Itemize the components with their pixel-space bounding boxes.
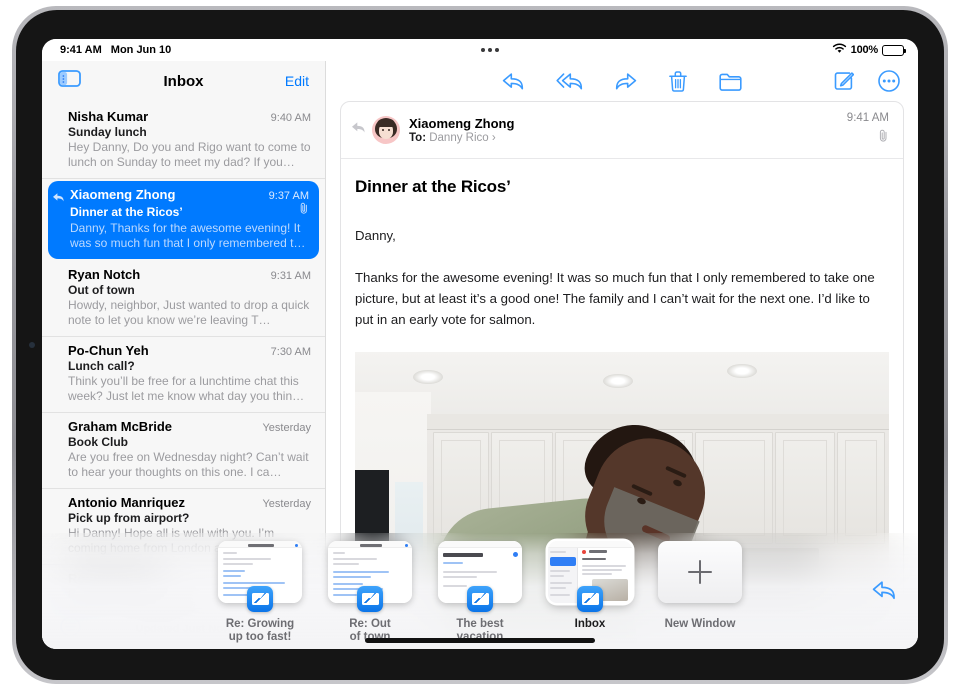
ipad-screen: 9:41 AM Mon Jun 10 100% Inbox Edit Nisha… <box>42 39 918 649</box>
paperclip-icon[interactable] <box>879 129 889 148</box>
message-time: 9:40 AM <box>270 112 311 124</box>
list-item-selected[interactable]: Xiaomeng Zhong 9:37 AM Dinner at the Ric… <box>48 181 319 259</box>
message-time: 9:31 AM <box>270 270 311 282</box>
chevron-right-icon: › <box>491 132 496 144</box>
message-header-text: Xiaomeng Zhong To: Danny Rico › <box>409 116 514 144</box>
list-item[interactable]: Po-Chun Yeh 7:30 AM Lunch call? Think yo… <box>42 337 325 413</box>
message-preview: Are you free on Wednesday night? Can’t w… <box>68 450 309 479</box>
status-time: 9:41 AM <box>60 44 102 56</box>
status-bar-center <box>42 48 918 52</box>
message-preview: Hey Danny, Do you and Rigo want to come … <box>68 140 311 169</box>
message-time: 7:30 AM <box>270 346 311 358</box>
window-thumbnail[interactable] <box>438 541 522 612</box>
message-sender: Graham McBride <box>68 419 173 434</box>
folder-icon[interactable] <box>719 72 742 91</box>
window-thumbnail-item-selected[interactable]: Inbox <box>546 541 634 631</box>
reply-fab-button[interactable] <box>872 580 896 605</box>
more-ellipsis-icon[interactable] <box>878 70 900 92</box>
message-preview: Danny, Thanks for the awesome evening! I… <box>70 221 306 250</box>
avatar <box>372 116 400 144</box>
message-header-right: 9:41 AM <box>847 112 889 148</box>
plus-icon <box>688 560 712 584</box>
message-subject: Dinner at the Ricos’ <box>70 204 183 219</box>
wifi-icon <box>832 43 847 57</box>
window-label: New Window <box>664 618 736 630</box>
message-subject: Lunch call? <box>68 359 135 373</box>
message-sender: Antonio Manriquez <box>68 495 185 510</box>
new-window-thumbnail[interactable] <box>658 541 742 603</box>
status-bar: 9:41 AM Mon Jun 10 100% <box>42 39 918 61</box>
message-preview: Think you’ll be free for a lunchtime cha… <box>68 374 305 403</box>
mail-app-icon <box>247 586 273 612</box>
recipient-name: Danny Rico <box>429 132 489 144</box>
message-time: Yesterday <box>262 498 311 510</box>
home-indicator[interactable] <box>365 638 595 643</box>
replied-arrow-icon <box>52 190 65 208</box>
message-list-navbar: Inbox Edit <box>42 61 325 101</box>
message-paragraph: Thanks for the awesome evening! It was s… <box>355 270 875 327</box>
message-time: 9:37 AM <box>268 190 309 202</box>
toolbar-right-group <box>834 70 900 92</box>
reply-all-button[interactable] <box>556 72 583 91</box>
message-timestamp: 9:41 AM <box>846 112 889 124</box>
replied-arrow-icon <box>351 121 366 139</box>
ipad-device-frame: 9:41 AM Mon Jun 10 100% Inbox Edit Nisha… <box>12 6 948 684</box>
message-greeting: Danny, <box>355 228 396 243</box>
window-label: Inbox <box>574 618 606 630</box>
status-bar-left: 9:41 AM Mon Jun 10 <box>60 44 171 56</box>
message-subject: Pick up from airport? <box>68 511 190 525</box>
message-preview: Howdy, neighbor, Just wanted to drop a q… <box>68 298 310 327</box>
window-thumbnail[interactable] <box>218 541 302 612</box>
message-subject: Sunday lunch <box>68 125 147 139</box>
battery-percentage: 100% <box>850 44 879 56</box>
window-thumbnail[interactable] <box>328 541 412 612</box>
window-thumbnail-item[interactable]: The best vacation <box>436 541 524 644</box>
message-subject-heading: Dinner at the Ricos’ <box>355 177 511 196</box>
compose-icon[interactable] <box>834 71 854 91</box>
window-thumbnail-item[interactable]: Re: Growing up too fast! <box>216 541 304 644</box>
to-label: To: <box>409 132 427 144</box>
window-thumbnail-item[interactable]: Re: Out of town <box>326 541 414 644</box>
window-thumbnail[interactable] <box>548 541 632 612</box>
forward-button[interactable] <box>615 72 637 91</box>
battery-icon <box>882 44 906 56</box>
message-sender: Xiaomeng Zhong <box>70 187 176 202</box>
message-sender: Po-Chun Yeh <box>68 343 149 358</box>
page-title: Inbox <box>163 72 204 90</box>
message-subject: Out of town <box>68 283 135 297</box>
paperclip-icon <box>300 202 309 220</box>
multitasking-dots-icon[interactable] <box>481 48 499 52</box>
new-window-item[interactable]: New Window <box>656 541 744 631</box>
reading-toolbar <box>326 61 918 101</box>
trash-icon[interactable] <box>669 70 687 92</box>
sidebar-toggle-icon[interactable] <box>58 70 81 92</box>
message-sender: Nisha Kumar <box>68 109 149 124</box>
window-label: Re: Growing up too fast! <box>225 618 295 643</box>
reply-button[interactable] <box>502 72 524 91</box>
list-item[interactable]: Graham McBride Yesterday Book Club Are y… <box>42 413 325 489</box>
list-item[interactable]: Nisha Kumar 9:40 AM Sunday lunch Hey Dan… <box>42 103 325 179</box>
status-bar-right: 100% <box>832 43 906 57</box>
edit-button[interactable]: Edit <box>285 73 309 89</box>
mail-app-icon <box>467 586 493 612</box>
window-switcher-shelf: Re: Growing up too fast! Re: Out of town… <box>42 533 918 649</box>
mail-app-icon <box>357 586 383 612</box>
message-subject: Book Club <box>68 435 128 449</box>
front-camera <box>29 342 35 348</box>
sender-name: Xiaomeng Zhong <box>409 116 515 131</box>
message-sender: Ryan Notch <box>68 267 141 282</box>
message-time: Yesterday <box>262 422 311 434</box>
status-date: Mon Jun 10 <box>110 44 172 56</box>
device-bezel: 9:41 AM Mon Jun 10 100% Inbox Edit Nisha… <box>16 10 944 680</box>
list-item[interactable]: Ryan Notch 9:31 AM Out of town Howdy, ne… <box>42 261 325 337</box>
mail-app-icon <box>577 586 603 612</box>
recipient-line[interactable]: To: Danny Rico › <box>409 132 514 144</box>
message-header[interactable]: Xiaomeng Zhong To: Danny Rico › 9:41 AM <box>341 102 903 159</box>
